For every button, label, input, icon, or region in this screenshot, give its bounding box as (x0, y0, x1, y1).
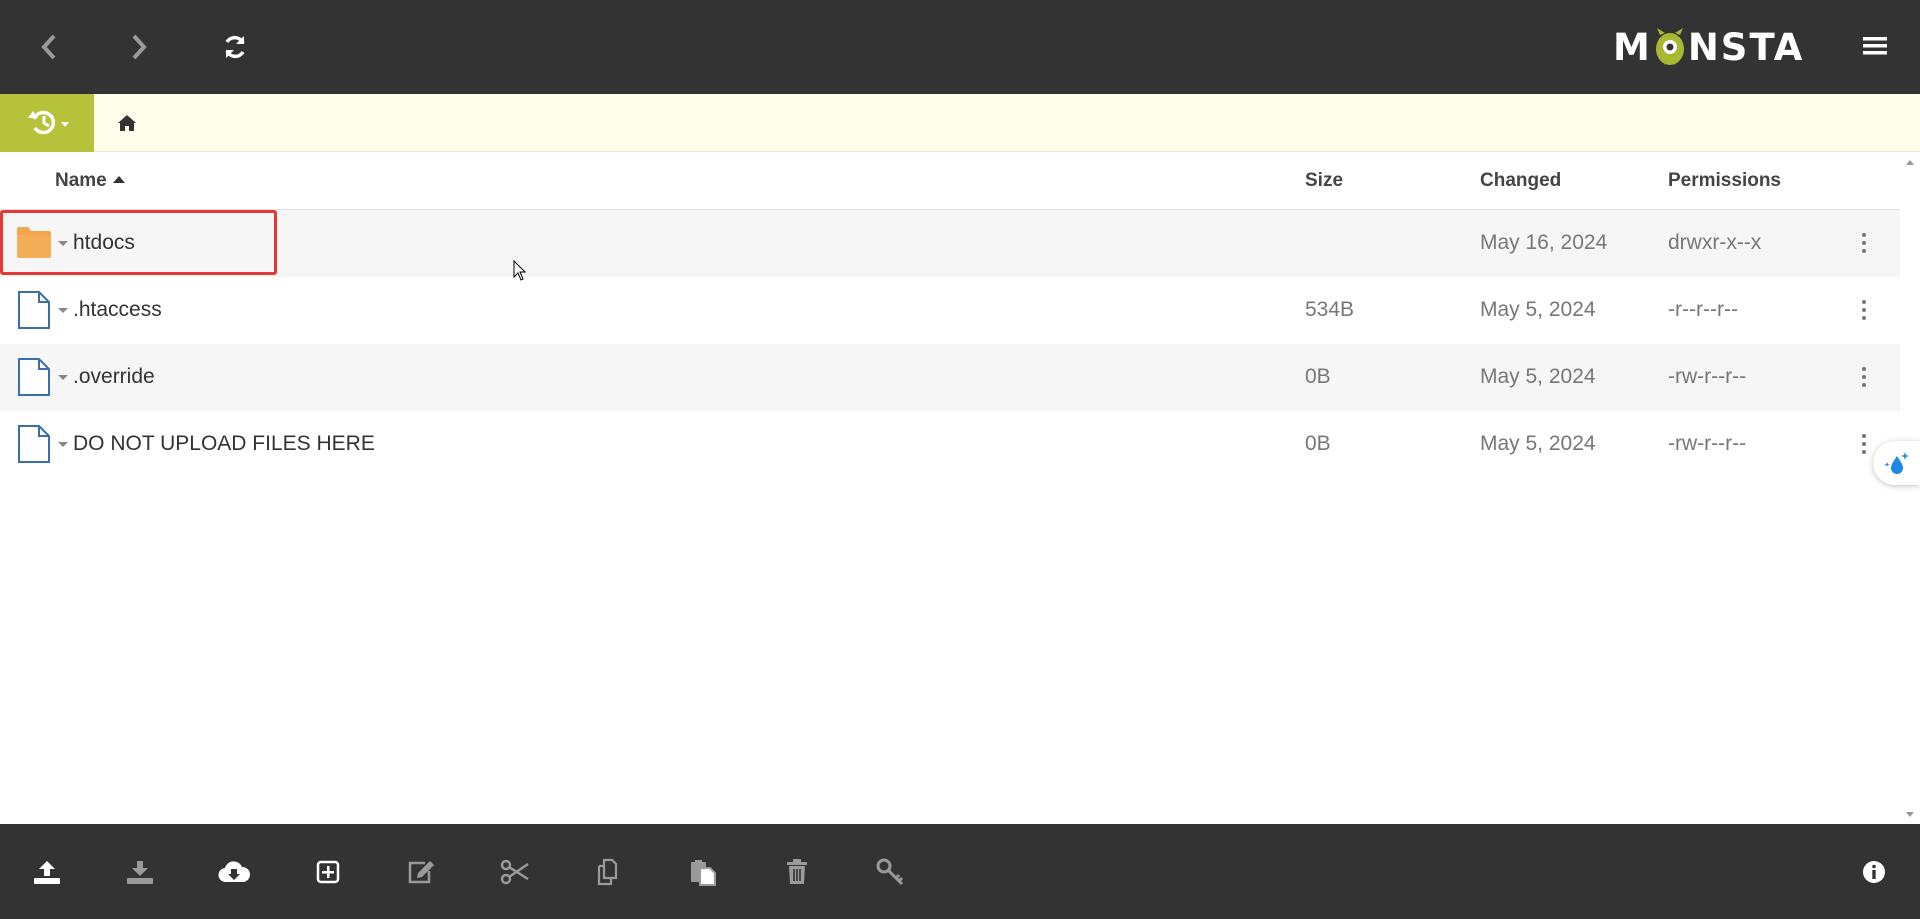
bottom-toolbar (0, 824, 1920, 919)
download-icon (127, 861, 153, 884)
changed-column-header[interactable]: Changed (1480, 170, 1561, 192)
monsta-logo: M NSTA (1613, 24, 1804, 70)
edit-icon (408, 861, 434, 884)
chevron-right-icon (132, 34, 147, 60)
cut-icon (500, 859, 529, 885)
file-name[interactable]: .override (73, 365, 155, 389)
file-changed: May 16, 2024 (1480, 231, 1608, 254)
logo-text-left: M (1613, 25, 1652, 69)
more-options-icon[interactable] (1858, 364, 1870, 390)
more-options-icon[interactable] (1858, 230, 1870, 256)
top-toolbar: M NSTA (0, 0, 1920, 94)
edit-button[interactable] (401, 852, 441, 892)
file-list: Name Size Changed Permissions htdocs May… (0, 152, 1900, 824)
back-button[interactable] (24, 22, 74, 72)
vertical-scrollbar[interactable] (1900, 152, 1920, 824)
copy-button[interactable] (589, 852, 629, 892)
history-dropdown-button[interactable] (0, 94, 94, 152)
sort-ascending-icon (112, 176, 125, 183)
hamburger-menu-icon (1863, 37, 1887, 55)
sparkle-droplet-icon (1883, 452, 1909, 474)
table-row[interactable]: htdocs May 16, 2024 drwxr-x--x (0, 210, 1900, 277)
monster-logo-icon (1655, 28, 1684, 65)
key-icon (876, 858, 904, 886)
home-button[interactable] (114, 111, 140, 135)
file-size: 534B (1305, 298, 1355, 321)
history-icon (28, 110, 69, 135)
item-dropdown-icon[interactable] (58, 442, 68, 447)
home-icon (118, 115, 136, 131)
main-menu-button[interactable] (1855, 26, 1895, 66)
assistant-widget-button[interactable] (1873, 441, 1920, 485)
delete-button[interactable] (777, 852, 817, 892)
refresh-icon (225, 35, 245, 59)
file-size: 0B (1305, 432, 1331, 455)
new-item-icon (316, 860, 340, 884)
permissions-button[interactable] (870, 852, 910, 892)
size-column-header[interactable]: Size (1305, 170, 1343, 192)
item-dropdown-icon[interactable] (58, 308, 68, 313)
paste-icon (691, 860, 716, 886)
logo-text-right: NSTA (1687, 25, 1805, 69)
file-icon (18, 291, 50, 329)
file-icon (18, 358, 50, 396)
file-permissions: -rw-r--r-- (1668, 432, 1747, 455)
info-icon (1863, 861, 1885, 883)
file-permissions: drwxr-x--x (1668, 231, 1762, 254)
file-permissions: -rw-r--r-- (1668, 365, 1747, 388)
info-button[interactable] (1854, 852, 1894, 892)
upload-button[interactable] (27, 852, 67, 892)
forward-button[interactable] (114, 22, 164, 72)
table-row[interactable]: DO NOT UPLOAD FILES HERE 0B May 5, 2024 … (0, 411, 1900, 478)
file-changed: May 5, 2024 (1480, 298, 1596, 321)
new-item-button[interactable] (308, 852, 348, 892)
permissions-column-header[interactable]: Permissions (1668, 170, 1781, 192)
paste-button[interactable] (683, 852, 723, 892)
table-header: Name Size Changed Permissions (0, 152, 1900, 210)
item-dropdown-icon[interactable] (58, 375, 68, 380)
table-row[interactable]: .htaccess 534B May 5, 2024 -r--r--r-- (0, 277, 1900, 344)
fetch-from-url-button[interactable] (214, 852, 254, 892)
file-size: 0B (1305, 365, 1331, 388)
file-name[interactable]: .htaccess (73, 298, 162, 322)
more-options-icon[interactable] (1858, 431, 1870, 457)
download-button[interactable] (120, 852, 160, 892)
name-column-header[interactable]: Name (55, 170, 125, 192)
path-bar (0, 94, 1920, 152)
file-icon (18, 425, 50, 463)
table-row[interactable]: .override 0B May 5, 2024 -rw-r--r-- (0, 344, 1900, 411)
scroll-down-arrow-icon[interactable] (1906, 812, 1914, 817)
file-name[interactable]: DO NOT UPLOAD FILES HERE (73, 432, 375, 456)
chevron-left-icon (41, 34, 56, 60)
cut-button[interactable] (495, 852, 535, 892)
delete-icon (787, 859, 807, 884)
file-changed: May 5, 2024 (1480, 365, 1596, 388)
refresh-button[interactable] (210, 22, 260, 72)
upload-icon (34, 861, 60, 884)
scroll-up-arrow-icon[interactable] (1906, 160, 1914, 165)
more-options-icon[interactable] (1858, 297, 1870, 323)
fetch-cloud-icon (218, 861, 250, 883)
file-changed: May 5, 2024 (1480, 432, 1596, 455)
selection-highlight (0, 210, 277, 275)
file-permissions: -r--r--r-- (1668, 298, 1738, 321)
name-header-label: Name (55, 170, 107, 191)
copy-icon (597, 858, 618, 886)
mouse-cursor-icon (513, 260, 527, 281)
